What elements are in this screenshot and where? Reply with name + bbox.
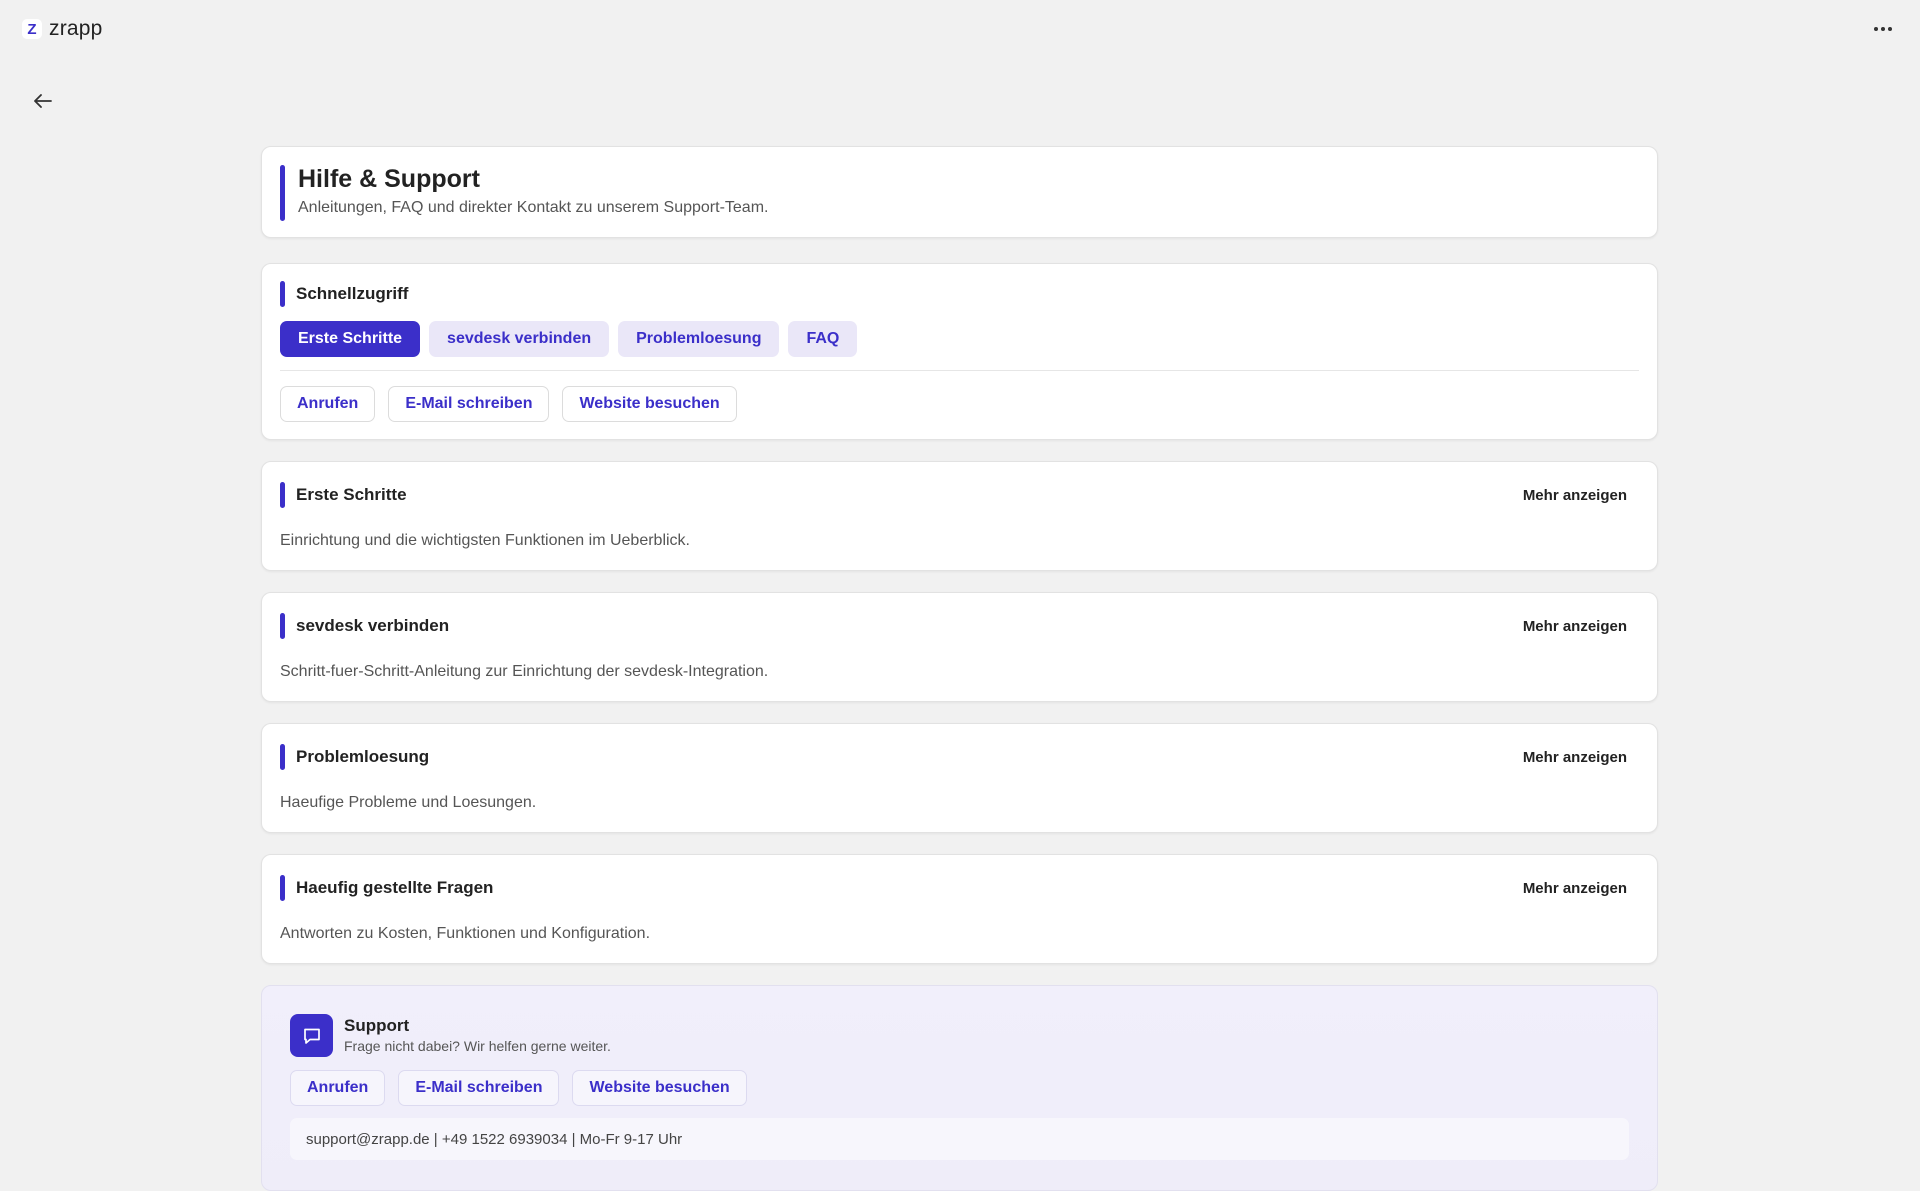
page-title: Hilfe & Support — [298, 165, 480, 193]
support-email-button[interactable]: E-Mail schreiben — [398, 1070, 560, 1106]
chat-bubble-icon — [290, 1014, 333, 1057]
topic-card-faq: Haeufig gestellte Fragen Mehr anzeigen A… — [261, 854, 1658, 964]
chip-sevdesk-verbinden[interactable]: sevdesk verbinden — [429, 321, 610, 357]
call-button[interactable]: Anrufen — [280, 386, 376, 422]
quick-access-card: Schnellzugriff Erste Schritte sevdesk ve… — [261, 263, 1658, 440]
quick-access-links: Anrufen E-Mail schreiben Website besuche… — [280, 386, 737, 422]
support-links: Anrufen E-Mail schreiben Website besuche… — [290, 1070, 747, 1106]
top-bar: Z zrapp — [0, 0, 1920, 60]
topic-description: Haeufige Probleme und Loesungen. — [280, 794, 537, 811]
topic-card-problemloesung: Problemloesung Mehr anzeigen Haeufige Pr… — [261, 723, 1658, 833]
accent-bar — [280, 482, 285, 508]
support-card: Support Frage nicht dabei? Wir helfen ge… — [261, 985, 1658, 1191]
support-call-button[interactable]: Anrufen — [290, 1070, 386, 1106]
accent-bar — [280, 875, 285, 901]
topic-card-sevdesk-verbinden: sevdesk verbinden Mehr anzeigen Schritt-… — [261, 592, 1658, 702]
arrow-left-icon — [34, 94, 52, 108]
show-more-button[interactable]: Mehr anzeigen — [1523, 749, 1627, 766]
show-more-button[interactable]: Mehr anzeigen — [1523, 880, 1627, 897]
zrapp-logo-icon: Z — [22, 19, 42, 39]
topic-description: Antworten zu Kosten, Funktionen und Konf… — [280, 925, 651, 942]
contact-info: support@zrapp.de | +49 1522 6939034 | Mo… — [290, 1118, 1629, 1160]
topic-title: sevdesk verbinden — [296, 616, 450, 635]
main-content: Hilfe & Support Anleitungen, FAQ und dir… — [261, 146, 1658, 1191]
topic-title: Problemloesung — [296, 747, 430, 766]
page-subtitle: Anleitungen, FAQ und direkter Kontakt zu… — [298, 199, 769, 216]
brand[interactable]: Z zrapp — [22, 17, 103, 41]
more-options-button[interactable] — [1868, 16, 1898, 42]
support-website-button[interactable]: Website besuchen — [572, 1070, 747, 1106]
dot-icon — [1874, 27, 1878, 31]
topic-card-erste-schritte: Erste Schritte Mehr anzeigen Einrichtung… — [261, 461, 1658, 571]
quick-access-chips: Erste Schritte sevdesk verbinden Problem… — [280, 321, 858, 357]
topic-description: Schritt-fuer-Schritt-Anleitung zur Einri… — [280, 663, 769, 680]
email-button[interactable]: E-Mail schreiben — [388, 386, 550, 422]
app-name: zrapp — [49, 17, 103, 40]
chip-erste-schritte[interactable]: Erste Schritte — [280, 321, 421, 357]
accent-bar — [280, 744, 285, 770]
support-subtitle: Frage nicht dabei? Wir helfen gerne weit… — [344, 1038, 611, 1054]
topic-title: Erste Schritte — [296, 485, 407, 504]
accent-bar — [280, 281, 285, 307]
show-more-button[interactable]: Mehr anzeigen — [1523, 487, 1627, 504]
dot-icon — [1881, 27, 1885, 31]
page-header-card: Hilfe & Support Anleitungen, FAQ und dir… — [261, 146, 1658, 238]
topic-description: Einrichtung und die wichtigsten Funktion… — [280, 532, 690, 549]
support-title: Support — [344, 1016, 410, 1035]
chip-faq[interactable]: FAQ — [788, 321, 858, 357]
chip-problemloesung[interactable]: Problemloesung — [618, 321, 780, 357]
accent-bar — [280, 613, 285, 639]
topic-title: Haeufig gestellte Fragen — [296, 878, 494, 897]
quick-access-title: Schnellzugriff — [296, 284, 409, 303]
accent-bar — [280, 165, 285, 221]
dot-icon — [1888, 27, 1892, 31]
back-button[interactable] — [28, 86, 58, 116]
show-more-button[interactable]: Mehr anzeigen — [1523, 618, 1627, 635]
website-button[interactable]: Website besuchen — [562, 386, 737, 422]
divider — [280, 370, 1639, 371]
